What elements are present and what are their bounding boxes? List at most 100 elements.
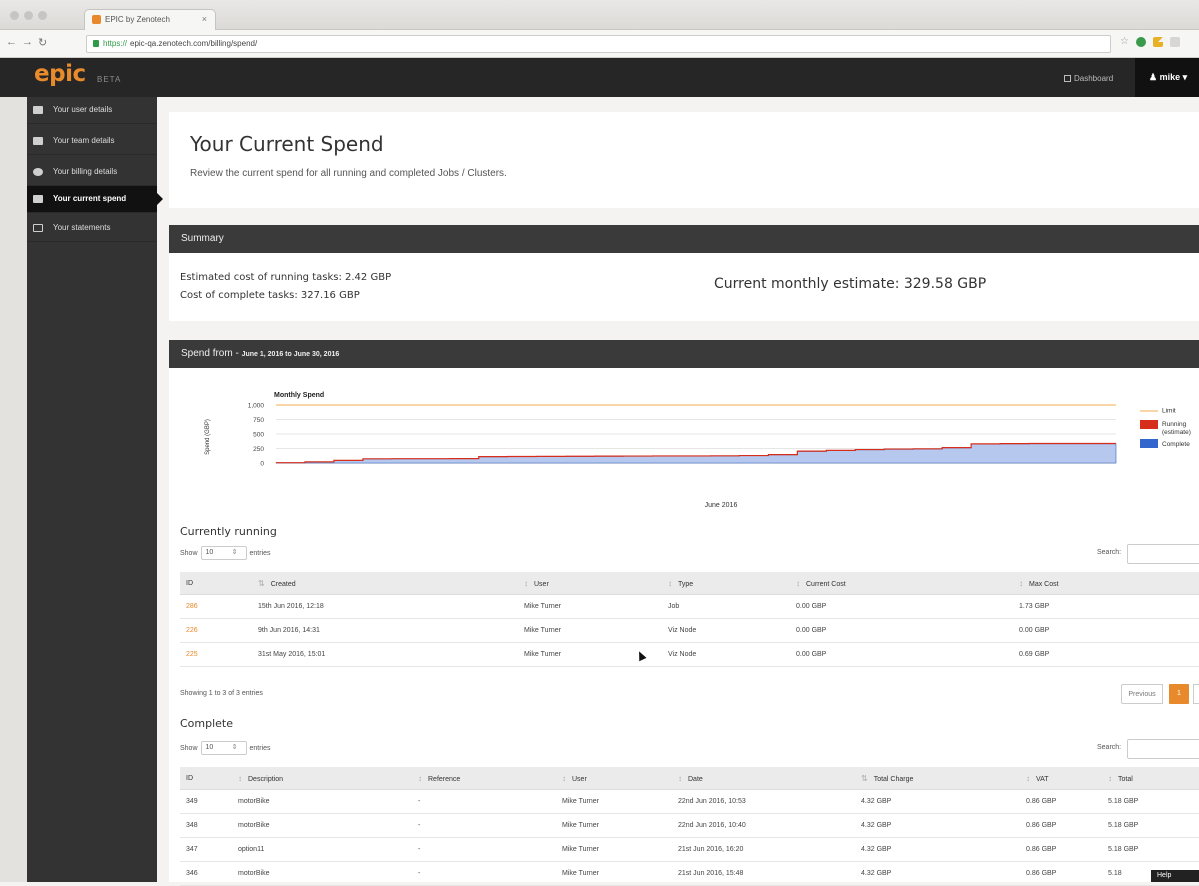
column-header-label: ID: [186, 579, 193, 587]
close-window-icon[interactable]: [10, 11, 19, 20]
column-header[interactable]: ↕ Total: [1102, 767, 1199, 790]
sidebar-item-user-details[interactable]: Your user details: [27, 97, 157, 124]
maximize-window-icon[interactable]: [38, 11, 47, 20]
table-cell: -: [412, 813, 556, 838]
table-row[interactable]: 225 31st May 2016, 15:01 Mike Turner Viz No…: [180, 642, 1199, 667]
sidebar-item-current-spend[interactable]: Your current spend: [27, 186, 163, 213]
column-header-label: Description: [248, 775, 284, 783]
page-size-select[interactable]: 10: [200, 741, 247, 755]
dashboard-icon: [1064, 75, 1071, 82]
forward-icon[interactable]: →: [22, 36, 33, 48]
column-header[interactable]: ↕ User: [556, 767, 672, 790]
sort-icon: ↕: [418, 773, 422, 783]
column-header[interactable]: ↕ VAT: [1020, 767, 1102, 790]
complete-search-input[interactable]: [1127, 739, 1199, 759]
table-cell: Mike Turner: [556, 837, 672, 862]
sidebar-item-team-details[interactable]: Your team details: [27, 128, 157, 155]
table-cell[interactable]: 225: [180, 642, 252, 667]
favicon-icon: [92, 15, 101, 24]
table-cell[interactable]: 286: [180, 594, 252, 619]
table-row[interactable]: 286 15th Jun 2016, 12:18 Mike Turner Job 0.0…: [180, 594, 1199, 619]
running-page-size-control: Show10entries: [180, 546, 271, 560]
monthly-spend-chart: Monthly Spend Spend (GBP) June 2016 1,00…: [205, 392, 1191, 509]
chart-y-tick-label: 750: [253, 417, 264, 424]
column-header-label: Date: [688, 775, 703, 783]
column-header[interactable]: ↕ Date: [672, 767, 855, 790]
minimize-window-icon[interactable]: [24, 11, 33, 20]
table-cell: 0.00 GBP: [1013, 618, 1199, 643]
legend-swatch-complete: [1140, 439, 1158, 448]
dashboard-link[interactable]: Dashboard: [1064, 74, 1113, 83]
column-header[interactable]: ⇅ Created: [252, 572, 518, 595]
sidebar-item-label: Your billing details: [53, 167, 118, 176]
table-cell: 0.00 GBP: [790, 594, 1013, 619]
running-search-label: Search:: [1097, 549, 1122, 556]
previous-page-button[interactable]: Previous: [1121, 684, 1163, 704]
bookmark-star-icon[interactable]: ☆: [1120, 36, 1129, 47]
back-icon[interactable]: ←: [6, 36, 17, 48]
table-cell: motorBike: [232, 789, 412, 814]
table-row[interactable]: 348 motorBike - Mike Turner 22nd Jun 2016, 1…: [180, 813, 1199, 838]
gear-icon: [33, 168, 43, 176]
column-header-label: Created: [270, 580, 296, 588]
table-cell: 348: [180, 813, 232, 838]
legend-label: Running: [1162, 421, 1187, 428]
column-header[interactable]: ↕ Reference: [412, 767, 556, 790]
title-panel: [169, 112, 1199, 208]
column-header[interactable]: ↕ Max Cost: [1013, 572, 1199, 595]
column-header[interactable]: ⇅ Total Charge: [855, 767, 1020, 790]
table-cell: Mike Turner: [556, 813, 672, 838]
table-cell: 5.18 GBP: [1102, 789, 1199, 814]
extension-icon[interactable]: [1136, 37, 1146, 47]
sort-icon: ↕: [1026, 773, 1030, 783]
table-cell: 22nd Jun 2016, 10:53: [672, 789, 855, 814]
reload-icon[interactable]: ↻: [38, 36, 47, 49]
table-cell: 5.18 GBP: [1102, 813, 1199, 838]
legend-swatch-running: [1140, 420, 1158, 429]
table-cell: Viz Node: [662, 642, 790, 667]
user-menu[interactable]: ♟ mike ▾: [1135, 58, 1199, 97]
sidebar-item-label: Your current spend: [53, 194, 127, 203]
next-page-button[interactable]: [1193, 684, 1199, 704]
column-header[interactable]: ↕ Current Cost: [790, 572, 1013, 595]
running-table: ID ⇅ Created ↕ User ↕ Type ↕ Current Cost ↕ Max Co…: [180, 572, 1199, 667]
running-search-input[interactable]: [1127, 544, 1199, 564]
extension-icon[interactable]: [1170, 37, 1180, 47]
legend-label: (estimate): [1162, 429, 1191, 436]
page-size-select[interactable]: 10: [200, 546, 247, 560]
column-header[interactable]: ↕ Description: [232, 767, 412, 790]
legend-label: Complete: [1162, 441, 1190, 448]
close-tab-icon[interactable]: ×: [202, 14, 207, 24]
address-bar[interactable]: https:// epic-qa.zenotech.com/billing/sp…: [86, 35, 1111, 53]
table-row[interactable]: 347 option11- Mike Turner 21st Jun 2016, 16…: [180, 837, 1199, 862]
column-header[interactable]: ID: [180, 767, 232, 790]
table-cell: 0.86 GBP: [1020, 813, 1102, 838]
table-cell: 0.00 GBP: [790, 642, 1013, 667]
complete-page-size-control: Show10entries: [180, 741, 271, 755]
column-header-label: Reference: [428, 775, 461, 783]
help-button[interactable]: Help: [1151, 870, 1199, 882]
sidebar-item-statements[interactable]: Your statements: [27, 215, 157, 242]
chart-x-axis-label: June 2016: [705, 502, 738, 509]
sidebar-item-billing-details[interactable]: Your billing details: [27, 159, 157, 186]
table-cell: Mike Turner: [518, 594, 662, 619]
table-cell: 22nd Jun 2016, 10:40: [672, 813, 855, 838]
chart-series-complete-area: [275, 443, 1117, 464]
table-cell[interactable]: 226: [180, 618, 252, 643]
column-header[interactable]: ↕ Type: [662, 572, 790, 595]
table-row[interactable]: 349 motorBike - Mike Turner 22nd Jun 2016, 1…: [180, 789, 1199, 814]
column-header[interactable]: ↕ User: [518, 572, 662, 595]
column-header-label: Max Cost: [1029, 580, 1059, 588]
epic-logo[interactable]: epic: [34, 61, 86, 87]
column-header[interactable]: ID: [180, 572, 252, 595]
table-cell: 9th Jun 2016, 14:31: [252, 618, 518, 643]
browser-tab[interactable]: EPIC by Zenotech ×: [84, 9, 216, 30]
column-header-label: Current Cost: [806, 580, 846, 588]
spend-date-range: June 1, 2016 to June 30, 2016: [241, 351, 340, 358]
table-row[interactable]: 226 9th Jun 2016, 14:31 Mike Turner Viz Nod…: [180, 618, 1199, 643]
app-header: epic BETA Dashboard ♟ mike ▾: [0, 58, 1199, 97]
dashboard-label: Dashboard: [1074, 74, 1114, 83]
page-1-button[interactable]: 1: [1169, 684, 1189, 704]
chart-title: Monthly Spend: [274, 392, 324, 399]
running-section-title: Currently running: [180, 525, 277, 538]
